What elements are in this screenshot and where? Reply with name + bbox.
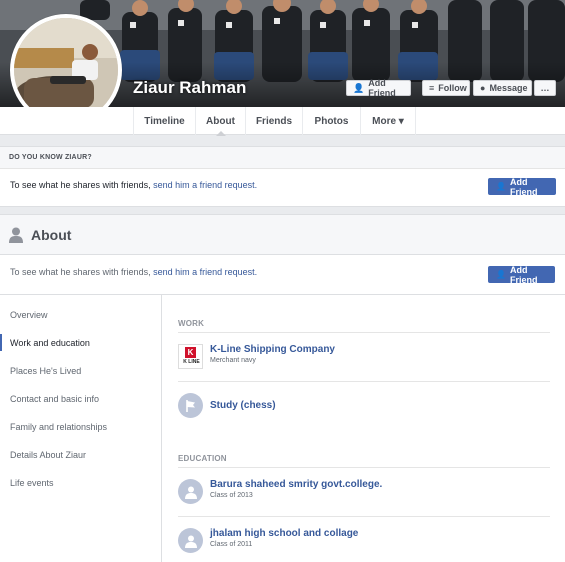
about-header: About [0,215,565,255]
about-notice-text: To see what he shares with friends, send… [10,267,257,277]
sidebar-item-places[interactable]: Places He's Lived [10,366,81,376]
education-divider [178,467,550,468]
add-friend-icon: 👤 [353,82,365,93]
add-friend-label: Add Friend [368,78,396,98]
k-line-logo-text: K LINE [183,359,200,365]
know-add-friend-label: Add Friend [509,176,538,197]
know-add-friend-button[interactable]: 👤 Add Friend [488,176,556,197]
message-button[interactable]: ● Message [473,80,532,96]
about-notice-prefix: To see what he shares with friends, [10,267,154,277]
sidebar-item-family[interactable]: Family and relationships [10,422,107,432]
work-entry[interactable]: K K LINE K-Line Shipping Company Merchan… [178,344,550,374]
education-subtitle: Class of 2013 [210,492,253,499]
education-entry[interactable]: jhalam high school and collage Class of … [178,528,550,558]
sidebar-item-details[interactable]: Details About Ziaur [10,450,86,460]
message-label: Message [489,83,528,93]
do-you-know-text-prefix: To see what he shares with friends, [10,180,154,190]
tab-about[interactable]: About [195,107,245,136]
tab-more[interactable]: More ▾ [360,107,416,135]
messenger-icon: ● [480,83,486,93]
about-section: About To see what he shares with friends… [0,214,565,562]
work-divider [178,332,550,333]
school-icon [178,528,203,553]
sidebar-item-overview[interactable]: Overview [10,310,48,320]
follow-label: Follow [438,83,467,93]
send-friend-request-link[interactable]: send him a friend request. [153,180,257,190]
add-friend-button[interactable]: 👤 Add Friend [346,78,411,98]
about-add-friend-label: Add Friend [509,264,538,285]
profile-page: Ziaur Rahman 👤 Add Friend ≡ Follow ● Mes… [0,0,565,562]
do-you-know-heading: DO YOU KNOW ZIAUR? [0,147,565,169]
about-sidebar: Overview Work and education Places He's … [0,295,162,562]
education-title[interactable]: Barura shaheed smrity govt.college. [210,479,382,490]
work-entry[interactable]: Study (chess) [178,393,550,423]
about-title: About [31,226,72,243]
follow-button[interactable]: ≡ Follow [422,80,470,96]
k-line-logo: K K LINE [178,344,203,369]
sidebar-item-work-education[interactable]: Work and education [0,334,90,351]
work-title[interactable]: K-Line Shipping Company [210,344,335,355]
work-title[interactable]: Study (chess) [210,400,276,411]
rss-icon: ≡ [429,83,435,93]
tab-photos[interactable]: Photos [302,107,360,135]
add-friend-icon: 👤 [496,270,506,279]
profile-tabs: Timeline About Friends Photos More ▾ [0,107,565,136]
education-heading: EDUCATION [178,454,227,463]
about-content: WORK K K LINE K-Line Shipping Company Me… [178,295,550,562]
flag-icon [178,393,203,418]
add-friend-icon: 👤 [496,182,506,191]
tab-timeline[interactable]: Timeline [133,107,195,135]
education-entry[interactable]: Barura shaheed smrity govt.college. Clas… [178,479,550,509]
work-entry-divider [178,381,550,382]
profile-name[interactable]: Ziaur Rahman [133,78,246,98]
about-send-friend-request-link[interactable]: send him a friend request. [153,267,257,277]
education-title[interactable]: jhalam high school and collage [210,528,358,539]
education-subtitle: Class of 2011 [210,541,253,548]
more-options-button[interactable]: … [534,80,556,96]
tab-friends[interactable]: Friends [245,107,302,135]
about-notice: To see what he shares with friends, send… [0,255,565,295]
do-you-know-box: DO YOU KNOW ZIAUR? To see what he shares… [0,146,565,207]
school-icon [178,479,203,504]
person-icon [9,227,23,243]
more-options-label: … [540,83,550,93]
sidebar-item-life-events[interactable]: Life events [10,478,54,488]
sidebar-item-contact[interactable]: Contact and basic info [10,394,99,404]
education-entry-divider [178,516,550,517]
work-subtitle: Merchant navy [210,357,256,364]
do-you-know-text: To see what he shares with friends, send… [10,180,257,190]
work-heading: WORK [178,319,205,328]
about-add-friend-button[interactable]: 👤 Add Friend [488,264,555,285]
